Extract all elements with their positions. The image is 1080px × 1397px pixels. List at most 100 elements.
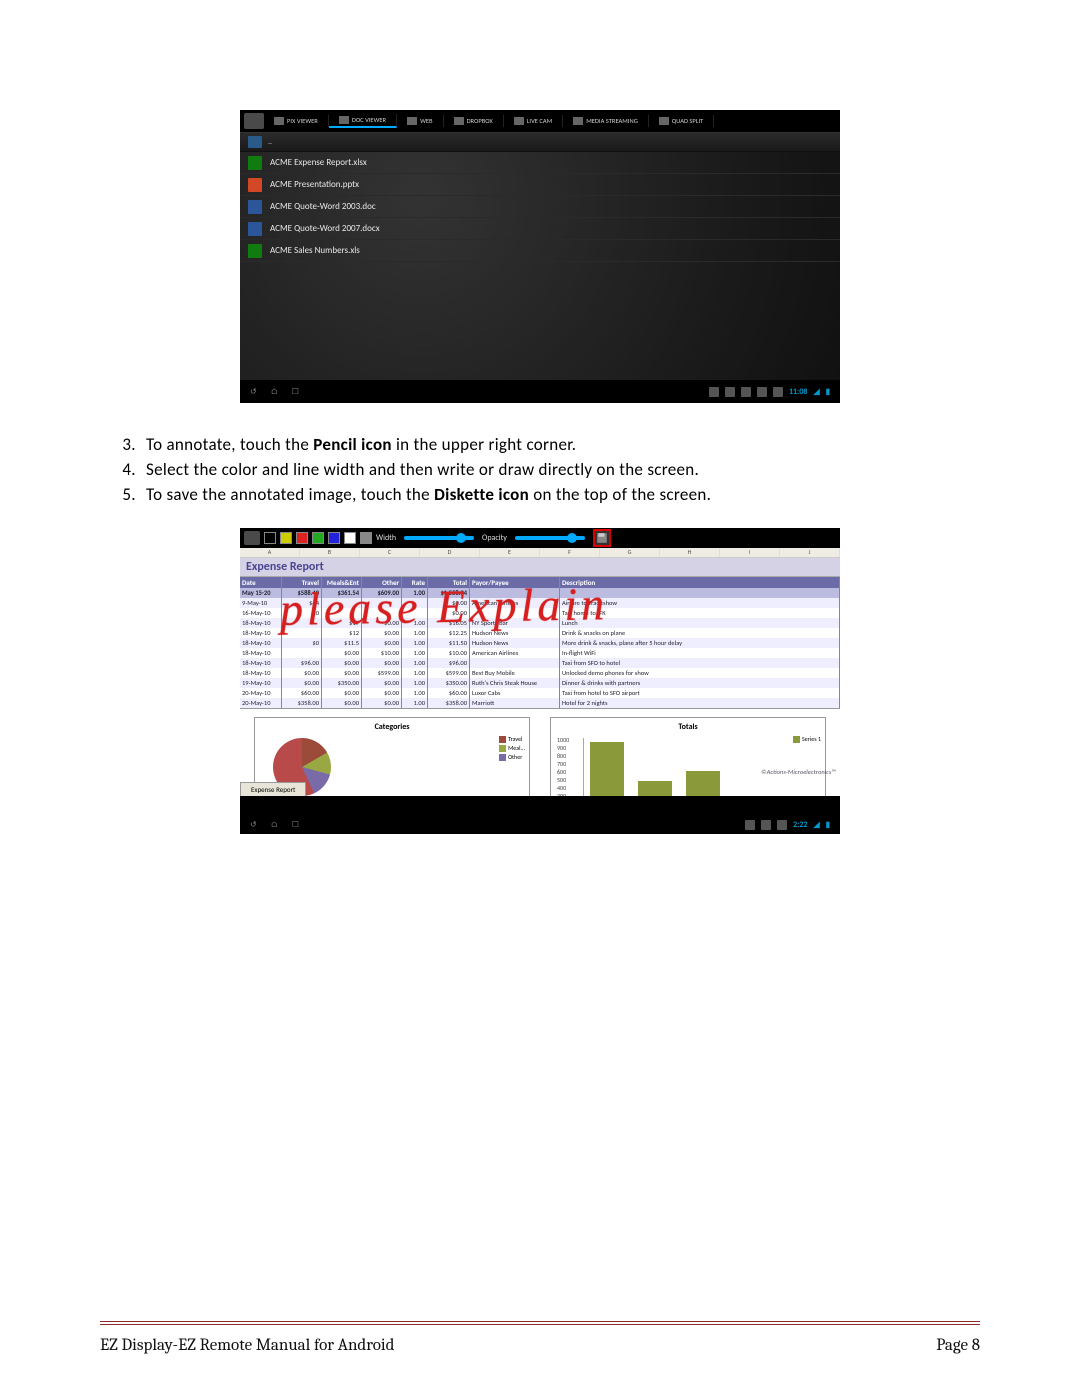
bar (686, 771, 720, 796)
instruction-item: To annotate, touch the Pencil icon in th… (140, 433, 980, 457)
bar (590, 742, 624, 796)
home-icon[interactable]: ⌂ (271, 387, 278, 397)
footer-rule (100, 1321, 980, 1325)
table-header: DateTravelMeals&EntOtherRateTotalPayor/P… (240, 577, 840, 588)
tab-media-streaming[interactable]: MEDIA STREAMING (563, 115, 649, 127)
android-navbar: ↺ ⌂ ☐ 2:22 ◢ ▮ (240, 816, 840, 834)
table-row: 18-May-10$12$0.001.00$12.25Hudson NewsDr… (240, 628, 840, 638)
instruction-list: To annotate, touch the Pencil icon in th… (140, 433, 980, 506)
file-row[interactable]: ACME Quote-Word 2007.docx (240, 218, 840, 240)
recent-icon[interactable]: ☐ (292, 387, 299, 397)
width-slider[interactable] (404, 536, 474, 540)
file-name: ACME Quote-Word 2007.docx (270, 223, 380, 234)
tab-icon (339, 116, 349, 124)
page-footer: EZ Display-EZ Remote Manual for Android … (100, 1336, 980, 1355)
annotation-toolbar: Width Opacity (240, 528, 840, 548)
table-row: May 15-20$588.40$361.54$609.001.00$1,558… (240, 588, 840, 598)
color-swatch-black[interactable] (264, 532, 276, 544)
diskette-icon[interactable] (593, 529, 611, 547)
column-header: Description (560, 577, 840, 588)
bar-bars (583, 738, 819, 796)
tab-icon (407, 117, 417, 125)
screenshot-annotated-spreadsheet: Width Opacity ABCDEFGHIJ Expense Report … (240, 528, 840, 834)
file-icon (248, 178, 262, 192)
file-row[interactable]: ACME Presentation.pptx (240, 174, 840, 196)
battery-icon: ▮ (826, 820, 830, 830)
file-list: ACME Expense Report.xlsx ACME Presentatio… (240, 152, 840, 380)
file-icon (248, 200, 262, 214)
table-row: 20-May-10$60.00$0.00$0.001.00$60.00Luxor… (240, 688, 840, 698)
color-swatch-green[interactable] (312, 532, 324, 544)
column-header: Travel (282, 577, 322, 588)
app-tabs: PIX VIEWERDOC VIEWERWEBDROPBOXLIVE CAMME… (240, 110, 840, 132)
file-row[interactable]: ACME Quote-Word 2003.doc (240, 196, 840, 218)
file-icon (248, 156, 262, 170)
color-swatch-gray[interactable] (360, 532, 372, 544)
battery-icon: ▮ (826, 387, 830, 397)
tab-live-cam[interactable]: LIVE CAM (504, 115, 564, 127)
tab-quad-split[interactable]: QUAD SPLIT (649, 115, 715, 127)
sheet-tab[interactable]: Expense Report (240, 782, 306, 796)
column-header: Meals&Ent (322, 577, 362, 588)
tab-doc-viewer[interactable]: DOC VIEWER (329, 114, 397, 128)
instruction-item: Select the color and line width and then… (140, 458, 980, 482)
column-header: Other (362, 577, 402, 588)
opacity-label: Opacity (482, 533, 507, 543)
spreadsheet: ABCDEFGHIJ Expense Report DateTravelMeal… (240, 548, 840, 796)
status-icon (757, 387, 767, 397)
app-logo-icon (244, 531, 260, 545)
opacity-slider[interactable] (515, 536, 585, 540)
color-swatch-red[interactable] (296, 532, 308, 544)
table-body: May 15-20$588.40$361.54$609.001.00$1,558… (240, 588, 840, 708)
table-row: 18-May-10$0.00$10.001.00$10.00American A… (240, 648, 840, 658)
status-icon (741, 387, 751, 397)
file-name: ACME Sales Numbers.xls (270, 245, 360, 256)
table-row: 19-May-10$0.00$350.00$0.001.00$350.00Rut… (240, 678, 840, 688)
status-icon (745, 820, 755, 830)
tab-dropbox[interactable]: DROPBOX (444, 115, 504, 127)
report-title: Expense Report (240, 558, 840, 577)
app-logo-icon (244, 113, 264, 129)
tab-web[interactable]: WEB (397, 115, 444, 127)
table-row: 18-May-10$96.00$0.00$0.001.00$96.00Taxi … (240, 658, 840, 668)
tab-icon (274, 117, 284, 125)
color-swatch-white[interactable] (344, 532, 356, 544)
bar-legend: Series 1 (793, 734, 821, 744)
table-row: 9-May-10$44$0.00American AirlinesAirfare… (240, 598, 840, 608)
wifi-icon: ◢ (813, 820, 819, 830)
table-row: 16-May-10$0$0.00Taxi home to JFK (240, 608, 840, 618)
status-icon (709, 387, 719, 397)
table-row: 18-May-10$0$11.5$0.001.00$11.50Hudson Ne… (240, 638, 840, 648)
table-row: 20-May-10$358.00$0.00$0.001.00$358.00Mar… (240, 698, 840, 708)
tab-pix-viewer[interactable]: PIX VIEWER (264, 115, 329, 127)
file-row[interactable]: ACME Sales Numbers.xls (240, 240, 840, 262)
column-letters: ABCDEFGHIJ (240, 548, 840, 558)
color-swatch-yellow[interactable] (280, 532, 292, 544)
recent-icon[interactable]: ☐ (292, 820, 299, 830)
file-name: ACME Quote-Word 2003.doc (270, 201, 376, 212)
file-icon (248, 244, 262, 258)
back-icon[interactable]: ↺ (250, 387, 257, 397)
wifi-icon: ◢ (813, 387, 819, 397)
back-icon[interactable]: ↺ (250, 820, 257, 830)
path-dots: .. (268, 137, 272, 147)
column-header: Payor/Payee (470, 577, 560, 588)
folder-icon (248, 136, 262, 148)
tab-icon (454, 117, 464, 125)
credit-text: ©Actions-Microelectronics™ (761, 768, 836, 776)
file-name: ACME Expense Report.xlsx (270, 157, 367, 168)
clock: 2:22 (793, 820, 807, 830)
width-label: Width (376, 533, 396, 543)
charts-row: Categories TravelMeal...Other Totals 100… (240, 708, 840, 796)
pie-legend: TravelMeal...Other (499, 734, 525, 762)
table-row: 18-May-10$0.00$0.00$599.001.00$599.00Bes… (240, 668, 840, 678)
tab-icon (514, 117, 524, 125)
file-row[interactable]: ACME Expense Report.xlsx (240, 152, 840, 174)
home-icon[interactable]: ⌂ (271, 820, 278, 830)
path-bar[interactable]: .. (240, 132, 840, 152)
table-row: 18-May-10$17$0.001.00$16.05NY Sports Bar… (240, 618, 840, 628)
footer-left: EZ Display-EZ Remote Manual for Android (100, 1336, 394, 1355)
color-swatch-blue[interactable] (328, 532, 340, 544)
column-header: Total (428, 577, 470, 588)
bar-yticks: 1000900800700600500400300 (557, 736, 569, 796)
